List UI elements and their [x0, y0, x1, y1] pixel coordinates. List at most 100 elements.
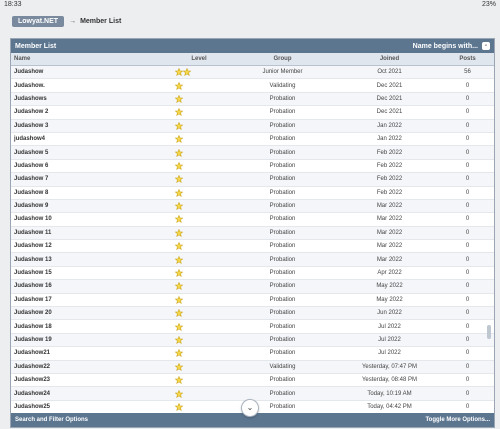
member-name-link[interactable]: Judashow 6	[11, 163, 171, 169]
member-level	[171, 389, 227, 398]
member-joined: Today, 10:19 AM	[367, 390, 412, 397]
table-row: Judashow 17 Probation May 2022 0	[11, 294, 494, 308]
member-joined: Jan 2022	[377, 122, 402, 129]
scroll-down-button[interactable]: ⌄	[241, 399, 259, 417]
member-joined: Yesterday, 08:48 PM	[361, 377, 418, 384]
toggle-more-options-link[interactable]: Toggle More Options...	[425, 417, 490, 423]
col-group[interactable]: Group	[227, 56, 338, 62]
member-joined: Mar 2022	[376, 229, 403, 236]
member-posts: 0	[465, 403, 470, 410]
member-joined: May 2022	[376, 296, 403, 303]
col-level[interactable]: Level	[171, 56, 227, 62]
member-name-link[interactable]: Judashows	[11, 96, 171, 102]
member-name-link[interactable]: Judashow 15	[11, 270, 171, 276]
member-group: Probation	[269, 296, 296, 303]
breadcrumb-site-link[interactable]: Lowyat.NET	[12, 15, 65, 27]
status-bar: 18:33 23%	[0, 0, 500, 10]
member-name-link[interactable]: Judashow 18	[11, 324, 171, 330]
breadcrumb-current: Member List	[80, 17, 122, 25]
member-name-link[interactable]: Judashow25	[11, 404, 171, 410]
table-row: Judashow23 Probation Yesterday, 08:48 PM 0	[11, 374, 494, 388]
member-name-link[interactable]: Judashow 5	[11, 150, 171, 156]
table-row: Judashow 20 Probation Jun 2022 0	[11, 307, 494, 321]
member-name-link[interactable]: Judashow23	[11, 377, 171, 383]
col-posts[interactable]: Posts	[441, 56, 494, 62]
member-level	[171, 309, 227, 318]
member-level	[171, 108, 227, 117]
member-name-link[interactable]: Judashow 19	[11, 337, 171, 343]
table-row: Judashow Junior Member Oct 2021 56	[11, 66, 494, 80]
member-name-link[interactable]: Judashow 9	[11, 203, 171, 209]
member-name-link[interactable]: Judashow 17	[11, 297, 171, 303]
member-name-link[interactable]: Judashow 13	[11, 257, 171, 263]
col-joined[interactable]: Joined	[338, 56, 441, 62]
member-name-link[interactable]: Judashow 3	[11, 123, 171, 129]
member-name-link[interactable]: Judashow22	[11, 364, 171, 370]
member-group: Probation	[269, 243, 296, 250]
star-icon	[175, 255, 183, 264]
member-group: Junior Member	[262, 69, 303, 76]
member-group: Probation	[269, 323, 296, 330]
table-row: Judashow21 Probation Jul 2022 0	[11, 347, 494, 361]
member-posts: 0	[465, 310, 470, 317]
member-group: Validating	[269, 363, 296, 370]
table-row: Judashow 8 Probation Feb 2022 0	[11, 187, 494, 200]
member-name-link[interactable]: Judashow 10	[11, 216, 171, 222]
panel-title: Member List	[15, 42, 57, 50]
member-joined: Feb 2022	[376, 189, 403, 196]
table-row: Judashow 18 Probation Jul 2022 0	[11, 320, 494, 334]
table-row: Judashow 11 Probation Mar 2022 0	[11, 226, 494, 241]
status-time: 18:33	[4, 1, 22, 8]
col-name[interactable]: Name	[11, 56, 171, 62]
member-joined: Feb 2022	[376, 149, 403, 156]
member-name-link[interactable]: Judashow 12	[11, 243, 171, 249]
member-name-link[interactable]: judashow4	[11, 136, 171, 142]
member-name-link[interactable]: Judashow 2	[11, 109, 171, 115]
member-name-link[interactable]: Judashow24	[11, 391, 171, 397]
member-name-link[interactable]: Judashow 16	[11, 283, 171, 289]
member-joined: Mar 2022	[376, 203, 403, 210]
member-posts: 0	[465, 203, 470, 210]
star-icon	[175, 228, 183, 237]
status-battery: 23%	[481, 1, 496, 8]
table-row: Judashow 2 Probation Dec 2021 0	[11, 106, 494, 120]
member-group: Probation	[269, 216, 296, 223]
member-name-link[interactable]: Judashow 8	[11, 190, 171, 196]
member-posts: 0	[465, 390, 470, 397]
member-group: Probation	[269, 229, 296, 236]
member-joined: Dec 2021	[376, 95, 403, 102]
member-posts: 0	[465, 363, 470, 370]
member-group: Probation	[269, 283, 296, 290]
table-row: Judashow 19 Probation Jul 2022 0	[11, 333, 494, 348]
breadcrumb: Lowyat.NET → Member List	[12, 14, 121, 28]
member-level	[171, 349, 227, 358]
member-joined: Apr 2022	[377, 270, 402, 277]
table-row: Judashow 3 Probation Jan 2022 0	[11, 119, 494, 133]
table-row: Judashow 15 Probation Apr 2022 0	[11, 267, 494, 281]
member-name-link[interactable]: Judashow	[11, 69, 171, 75]
member-name-link[interactable]: Judashow 20	[11, 310, 171, 316]
member-posts: 0	[465, 149, 470, 156]
member-level	[171, 362, 227, 371]
member-group: Probation	[269, 176, 296, 183]
member-name-link[interactable]: Judashow21	[11, 350, 171, 356]
search-filter-options-link[interactable]: Search and Filter Options	[15, 417, 88, 423]
member-level	[171, 242, 227, 251]
member-name-link[interactable]: Judashow.	[11, 83, 171, 89]
member-group: Probation	[269, 270, 296, 277]
scrollbar-thumb[interactable]	[487, 325, 491, 339]
member-posts: 0	[465, 162, 470, 169]
member-joined: Yesterday, 07:47 PM	[361, 363, 418, 370]
member-posts: 0	[465, 270, 470, 277]
member-level	[171, 376, 227, 385]
member-posts: 56	[464, 69, 471, 76]
name-begins-label: Name begins with...	[412, 42, 478, 50]
member-name-link[interactable]: Judashow 7	[11, 176, 171, 182]
member-level	[171, 161, 227, 170]
star-icon	[175, 94, 183, 103]
member-level	[171, 322, 227, 331]
member-group: Probation	[269, 109, 296, 116]
name-begins-select[interactable]: -	[482, 42, 490, 50]
member-name-link[interactable]: Judashow 11	[11, 230, 171, 236]
star-icon	[175, 282, 183, 291]
